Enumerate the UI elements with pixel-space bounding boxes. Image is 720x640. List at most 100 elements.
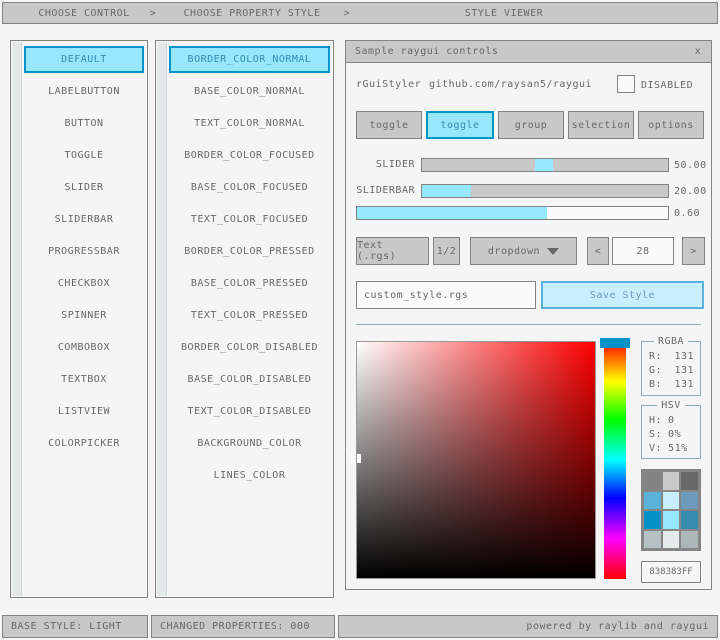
v-value: 51% bbox=[668, 443, 688, 454]
list-item-progressbar[interactable]: PROGRESSBAR bbox=[23, 235, 145, 267]
swatch-text-focused[interactable] bbox=[681, 492, 698, 510]
controls-list-panel: DEFAULT LABELBUTTON BUTTON TOGGLE SLIDER… bbox=[10, 40, 148, 598]
styler-label: rGuiStyler bbox=[356, 79, 421, 90]
hue-bar[interactable] bbox=[604, 341, 626, 579]
list-item-textbox[interactable]: TEXTBOX bbox=[23, 363, 145, 395]
swatch-base-focused[interactable] bbox=[663, 492, 680, 510]
toggle-option-0[interactable]: toggle bbox=[356, 111, 422, 139]
list-item-default[interactable]: DEFAULT bbox=[24, 46, 144, 73]
sliderbar-label: SLIDERBAR bbox=[346, 184, 415, 198]
toggle-option-2[interactable]: group bbox=[498, 111, 564, 139]
sliderbar-fill bbox=[422, 185, 471, 197]
list-item-border-color-normal[interactable]: BORDER_COLOR_NORMAL bbox=[169, 46, 330, 73]
list-item-border-color-disabled[interactable]: BORDER_COLOR_DISABLED bbox=[168, 331, 331, 363]
swatch-border-normal[interactable] bbox=[644, 472, 661, 490]
swatch-border-focused[interactable] bbox=[644, 492, 661, 510]
spinner-increment-button[interactable]: > bbox=[682, 237, 705, 265]
progressbar-fill bbox=[357, 207, 547, 219]
sliderbar[interactable] bbox=[421, 184, 669, 198]
g-label: G: bbox=[649, 365, 662, 376]
toggle-group: toggle toggle group selection options bbox=[356, 111, 704, 139]
save-style-button[interactable]: Save Style bbox=[541, 281, 704, 309]
list-item-text-color-normal[interactable]: TEXT_COLOR_NORMAL bbox=[168, 107, 331, 139]
swatch-border-disabled[interactable] bbox=[644, 531, 661, 549]
dropdown-label: dropdown bbox=[488, 246, 540, 257]
list-item-button[interactable]: BUTTON bbox=[23, 107, 145, 139]
list-item-slider[interactable]: SLIDER bbox=[23, 171, 145, 203]
list-item-sliderbar[interactable]: SLIDERBAR bbox=[23, 203, 145, 235]
list-item-base-color-pressed[interactable]: BASE_COLOR_PRESSED bbox=[168, 267, 331, 299]
swatch-base-disabled[interactable] bbox=[663, 531, 680, 549]
half-button[interactable]: 1/2 bbox=[433, 237, 460, 265]
properties-list: BORDER_COLOR_NORMAL BASE_COLOR_NORMAL TE… bbox=[168, 43, 331, 491]
dropdown-button[interactable]: dropdown bbox=[470, 237, 577, 265]
text-rgs-button[interactable]: Text (.rgs) bbox=[356, 237, 429, 265]
swatch-text-normal[interactable] bbox=[681, 472, 698, 490]
status-changed-properties-text: CHANGED PROPERTIES: 000 bbox=[160, 621, 310, 632]
sample-controls-window: Sample raygui controls x rGuiStyler gith… bbox=[345, 40, 712, 590]
spinner-decrement-button[interactable]: < bbox=[587, 237, 609, 265]
list-item-labelbutton[interactable]: LABELBUTTON bbox=[23, 75, 145, 107]
spinner-value[interactable]: 28 bbox=[612, 237, 674, 265]
status-base-style: BASE STYLE: LIGHT bbox=[2, 615, 148, 638]
rgba-title: RGBA bbox=[654, 336, 688, 347]
controls-list-scrollbar[interactable] bbox=[12, 42, 22, 596]
disabled-checkbox-label: DISABLED bbox=[641, 80, 693, 91]
list-item-text-color-focused[interactable]: TEXT_COLOR_FOCUSED bbox=[168, 203, 331, 235]
progressbar-value: 0.60 bbox=[674, 208, 700, 219]
list-item-combobox[interactable]: COMBOBOX bbox=[23, 331, 145, 363]
hsv-title: HSV bbox=[657, 400, 685, 411]
swatch-text-pressed[interactable] bbox=[681, 511, 698, 529]
close-icon[interactable]: x bbox=[691, 45, 705, 59]
rgba-groupbox: RGBA R: 131 G: 131 B: 131 bbox=[641, 341, 701, 396]
hue-bar-handle[interactable] bbox=[600, 338, 630, 348]
list-item-base-color-disabled[interactable]: BASE_COLOR_DISABLED bbox=[168, 363, 331, 395]
breadcrumb-style-viewer: STYLE VIEWER bbox=[465, 8, 543, 19]
toggle-option-4[interactable]: options bbox=[638, 111, 704, 139]
window-titlebar: Sample raygui controls x bbox=[346, 41, 711, 63]
disabled-checkbox[interactable] bbox=[617, 75, 635, 93]
color-picker-cursor-icon[interactable] bbox=[351, 454, 361, 463]
slider-handle[interactable] bbox=[535, 159, 553, 171]
list-item-listview[interactable]: LISTVIEW bbox=[23, 395, 145, 427]
list-item-text-color-disabled[interactable]: TEXT_COLOR_DISABLED bbox=[168, 395, 331, 427]
properties-list-panel: BORDER_COLOR_NORMAL BASE_COLOR_NORMAL TE… bbox=[155, 40, 334, 598]
r-label: R: bbox=[649, 351, 662, 362]
slider[interactable] bbox=[421, 158, 669, 172]
list-item-checkbox[interactable]: CHECKBOX bbox=[23, 267, 145, 299]
list-item-toggle[interactable]: TOGGLE bbox=[23, 139, 145, 171]
hsv-row-s: S: 0% bbox=[642, 427, 700, 441]
properties-list-scrollbar[interactable] bbox=[157, 42, 167, 596]
list-item-spinner[interactable]: SPINNER bbox=[23, 299, 145, 331]
slider-label: SLIDER bbox=[346, 158, 415, 172]
toggle-option-1[interactable]: toggle bbox=[426, 111, 494, 139]
list-item-base-color-normal[interactable]: BASE_COLOR_NORMAL bbox=[168, 75, 331, 107]
color-picker-gradient[interactable] bbox=[356, 341, 596, 579]
s-label: S: bbox=[649, 429, 662, 440]
list-item-border-color-pressed[interactable]: BORDER_COLOR_PRESSED bbox=[168, 235, 331, 267]
list-item-colorpicker[interactable]: COLORPICKER bbox=[23, 427, 145, 459]
toggle-option-3[interactable]: selection bbox=[568, 111, 634, 139]
repo-link[interactable]: github.com/raysan5/raygui bbox=[429, 79, 592, 90]
b-value: 131 bbox=[674, 379, 694, 390]
list-item-background-color[interactable]: BACKGROUND_COLOR bbox=[168, 427, 331, 459]
chevron-right-icon: > bbox=[344, 8, 351, 19]
h-label: H: bbox=[649, 415, 662, 426]
g-value: 131 bbox=[674, 365, 694, 376]
list-item-base-color-focused[interactable]: BASE_COLOR_FOCUSED bbox=[168, 171, 331, 203]
slider-value: 50.00 bbox=[674, 160, 707, 171]
list-item-border-color-focused[interactable]: BORDER_COLOR_FOCUSED bbox=[168, 139, 331, 171]
filename-input[interactable]: custom_style.rgs bbox=[356, 281, 536, 309]
hsv-row-h: H: 0 bbox=[642, 413, 700, 427]
controls-list: DEFAULT LABELBUTTON BUTTON TOGGLE SLIDER… bbox=[23, 43, 145, 459]
swatch-border-pressed[interactable] bbox=[644, 511, 661, 529]
swatch-base-normal[interactable] bbox=[663, 472, 680, 490]
status-powered-by: powered by raylib and raygui bbox=[338, 615, 718, 638]
list-item-lines-color[interactable]: LINES_COLOR bbox=[168, 459, 331, 491]
status-powered-by-text: powered by raylib and raygui bbox=[526, 621, 709, 632]
swatch-base-pressed[interactable] bbox=[663, 511, 680, 529]
swatch-text-disabled[interactable] bbox=[681, 531, 698, 549]
hex-value-input[interactable]: 838383FF bbox=[641, 561, 701, 583]
list-item-text-color-pressed[interactable]: TEXT_COLOR_PRESSED bbox=[168, 299, 331, 331]
rgba-row-r: R: 131 bbox=[642, 349, 700, 363]
